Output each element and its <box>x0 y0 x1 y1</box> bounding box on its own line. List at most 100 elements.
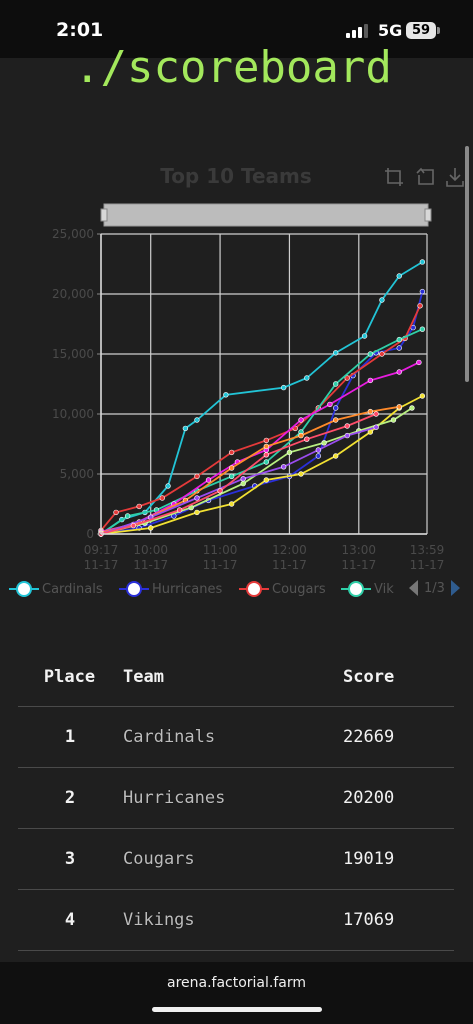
data-point-cougars[interactable] <box>136 503 142 510</box>
legend-prev-icon[interactable] <box>409 580 418 596</box>
data-point-hurricanes[interactable] <box>396 345 402 351</box>
data-point-cougars[interactable] <box>194 473 200 480</box>
data-point-cardinals[interactable] <box>419 259 426 265</box>
data-zoom-slider[interactable] <box>103 203 429 227</box>
data-point-team-7[interactable] <box>298 432 304 439</box>
data-point-team-6[interactable] <box>419 393 426 399</box>
data-point-vikings[interactable] <box>396 336 402 343</box>
data-point-team-6[interactable] <box>298 471 304 477</box>
data-point-cardinals[interactable] <box>332 350 339 356</box>
y-tick-label: 25,000 <box>52 227 94 241</box>
data-point-cougars[interactable] <box>228 449 235 456</box>
data-point-team-9[interactable] <box>194 495 200 501</box>
home-indicator[interactable] <box>152 1007 322 1012</box>
data-point-vikings[interactable] <box>228 473 235 480</box>
cell-team: Hurricanes <box>122 767 342 829</box>
data-point-team-10[interactable] <box>344 423 350 429</box>
legend-item-vikings[interactable]: Vik <box>340 576 394 602</box>
cell-score: 19019 <box>342 828 454 890</box>
download-icon[interactable] <box>444 166 466 188</box>
data-point-cardinals[interactable] <box>396 273 402 279</box>
zoom-reset-icon[interactable] <box>415 166 437 188</box>
data-point-cardinals[interactable] <box>194 417 200 423</box>
zoom-select-icon[interactable] <box>383 166 405 188</box>
scoreboard-table: Place Team Score 1 Cardinals 22669 2 Hur… <box>18 648 454 951</box>
data-point-team-9[interactable] <box>344 432 350 439</box>
data-point-team-9[interactable] <box>373 424 379 430</box>
data-point-team-10[interactable] <box>176 507 183 513</box>
data-point-team-10[interactable] <box>373 411 379 417</box>
data-point-team-8[interactable] <box>409 405 415 411</box>
data-point-team-8[interactable] <box>390 417 397 423</box>
data-point-team-10[interactable] <box>130 522 137 529</box>
data-point-team-10[interactable] <box>304 436 310 442</box>
data-point-team-9[interactable] <box>240 476 246 482</box>
data-point-vikings[interactable] <box>124 513 131 519</box>
data-point-team-7[interactable] <box>367 408 374 415</box>
cell-team: Vikings <box>122 889 342 951</box>
data-point-team-8[interactable] <box>240 480 246 487</box>
data-point-team-6[interactable] <box>332 453 339 459</box>
data-point-vikings[interactable] <box>419 326 426 332</box>
data-point-vikings[interactable] <box>367 351 374 357</box>
data-point-cougars[interactable] <box>417 303 423 309</box>
data-point-team-8[interactable] <box>286 449 293 456</box>
data-point-hurricanes[interactable] <box>332 405 339 411</box>
data-point-cougars[interactable] <box>379 351 385 357</box>
address-bar-url[interactable]: arena.factorial.farm <box>0 975 473 991</box>
legend-next-icon[interactable] <box>450 580 460 596</box>
data-point-team-7[interactable] <box>396 404 402 410</box>
data-point-hurricanes[interactable] <box>419 288 426 295</box>
data-point-hurricanes[interactable] <box>315 453 322 459</box>
legend-item-hurricanes[interactable]: Hurricanes <box>118 576 222 602</box>
legend-item-cardinals[interactable]: Cardinals <box>8 576 103 602</box>
data-point-team-10[interactable] <box>217 488 223 494</box>
data-point-team-9[interactable] <box>280 464 287 470</box>
data-point-cardinals[interactable] <box>223 392 229 398</box>
data-point-cardinals[interactable] <box>361 333 368 339</box>
data-point-vikings[interactable] <box>263 459 270 465</box>
data-point-cougars[interactable] <box>159 495 165 501</box>
legend-label: Cardinals <box>42 581 103 597</box>
data-point-cardinals[interactable] <box>304 375 310 381</box>
x-tick-time: 10:00 <box>133 543 168 557</box>
x-tick-time: 11:00 <box>203 543 238 557</box>
table-row: 3 Cougars 19019 <box>18 828 454 890</box>
legend-item-cougars[interactable]: Cougars <box>238 576 326 602</box>
data-point-team-6[interactable] <box>228 501 235 507</box>
data-point-team-6[interactable] <box>194 509 200 516</box>
x-tick-time: 12:00 <box>272 543 307 557</box>
data-point-team-5[interactable] <box>327 401 333 408</box>
data-point-team-9[interactable] <box>315 447 322 453</box>
data-point-team-6[interactable] <box>367 429 374 435</box>
data-point-team-8[interactable] <box>321 440 327 446</box>
data-point-cardinals[interactable] <box>182 425 189 432</box>
data-point-team-7[interactable] <box>228 465 235 471</box>
data-point-cardinals[interactable] <box>280 384 287 391</box>
data-point-team-6[interactable] <box>263 477 270 483</box>
y-tick-label: 15,000 <box>52 347 94 361</box>
y-tick-label: 10,000 <box>52 407 94 421</box>
data-point-cardinals[interactable] <box>379 297 385 303</box>
data-point-cougars[interactable] <box>113 509 119 516</box>
data-point-team-7[interactable] <box>263 443 270 450</box>
y-tick-label: 0 <box>86 527 94 541</box>
zoom-handle-right[interactable] <box>424 208 432 222</box>
data-point-team-5[interactable] <box>205 477 212 483</box>
data-point-team-5[interactable] <box>396 369 402 375</box>
table-row: 1 Cardinals 22669 <box>18 706 454 768</box>
data-point-team-7[interactable] <box>332 417 339 423</box>
zoom-handle-left[interactable] <box>100 208 108 222</box>
data-point-team-5[interactable] <box>298 417 304 423</box>
data-point-team-5[interactable] <box>416 359 422 366</box>
x-tick-date: 11-17 <box>84 558 119 571</box>
data-point-team-6[interactable] <box>148 525 154 531</box>
cell-place: 4 <box>18 889 122 951</box>
x-tick-time: 13:59 <box>410 543 445 557</box>
data-point-vikings[interactable] <box>332 381 339 387</box>
data-point-cardinals[interactable] <box>165 483 171 489</box>
data-point-cougars[interactable] <box>263 437 270 444</box>
data-point-team-5[interactable] <box>367 377 374 384</box>
data-point-team-10[interactable] <box>263 452 270 458</box>
series-line-team-5 <box>100 361 420 533</box>
